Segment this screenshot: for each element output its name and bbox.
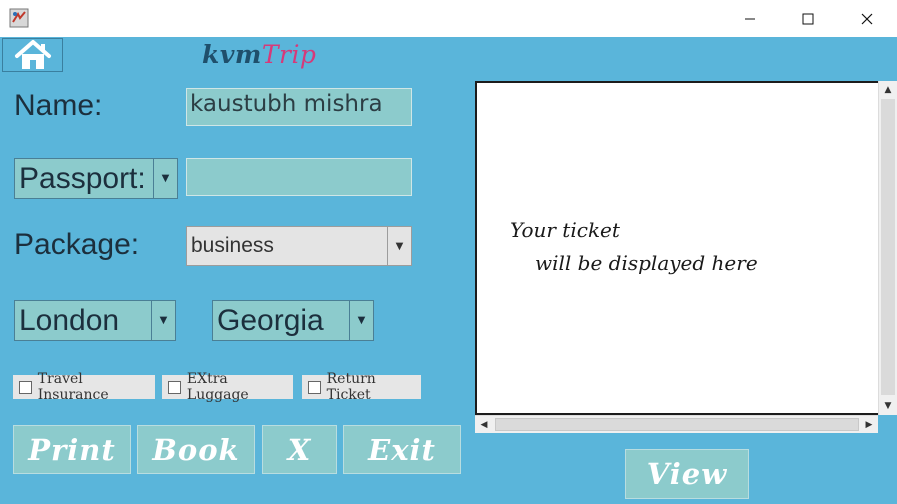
close-icon xyxy=(861,13,873,24)
scroll-left-icon[interactable]: ◀ xyxy=(475,416,493,433)
brand-trip: Trip xyxy=(261,40,317,69)
title-bar xyxy=(0,0,897,37)
from-city-value: London xyxy=(19,303,120,337)
from-city-dropdown[interactable]: London ▼ xyxy=(14,300,176,341)
return-ticket-checkbox[interactable]: Return Ticket xyxy=(302,371,421,403)
horizontal-scrollbar[interactable]: ◀ ▶ xyxy=(475,415,878,433)
scroll-down-icon[interactable]: ▼ xyxy=(879,397,897,415)
passport-field[interactable] xyxy=(186,158,412,196)
scroll-up-icon[interactable]: ▲ xyxy=(879,81,897,99)
ticket-line-1: Your ticket xyxy=(510,218,620,242)
minimize-icon xyxy=(745,18,755,19)
brand-kvm: kvm xyxy=(202,40,262,69)
print-button[interactable]: Print xyxy=(13,425,131,474)
maximize-button[interactable] xyxy=(779,0,837,37)
checkbox-box xyxy=(168,380,181,394)
vertical-scroll-thumb[interactable] xyxy=(881,99,895,395)
checkbox-box xyxy=(308,380,321,394)
ticket-display-area[interactable]: Your ticket will be displayed here xyxy=(475,81,880,415)
package-value: business xyxy=(191,234,274,257)
vertical-scrollbar[interactable]: ▲ ▼ xyxy=(878,81,897,415)
to-city-dropdown[interactable]: Georgia ▼ xyxy=(212,300,374,341)
minimize-button[interactable] xyxy=(721,0,779,37)
passport-type-dropdown[interactable]: Passport: ▼ xyxy=(14,158,178,199)
home-icon xyxy=(14,40,51,69)
return-ticket-label: Return Ticket xyxy=(326,371,376,403)
close-button[interactable] xyxy=(838,0,896,37)
main-panel: kvmTrip Name: kaustubh mishra Passport: … xyxy=(0,37,897,504)
horizontal-scroll-thumb[interactable] xyxy=(495,418,859,431)
name-field[interactable]: kaustubh mishra xyxy=(186,88,412,126)
scroll-right-icon[interactable]: ▶ xyxy=(860,416,878,433)
package-label: Package: xyxy=(14,228,140,261)
travel-insurance-label: Travel Insurance xyxy=(37,371,109,403)
book-button[interactable]: Book xyxy=(137,425,255,474)
to-city-value: Georgia xyxy=(217,303,324,337)
ticket-placeholder: Your ticket will be displayed here xyxy=(510,214,758,280)
passport-type-value: Passport: xyxy=(19,161,146,195)
brand-logo: kvmTrip xyxy=(202,40,316,69)
name-label: Name: xyxy=(14,89,103,122)
clear-button[interactable]: X xyxy=(262,425,337,474)
ticket-line-2: will be displayed here xyxy=(535,251,758,275)
maximize-icon xyxy=(802,13,814,24)
chevron-down-icon: ▼ xyxy=(153,159,177,198)
package-dropdown[interactable]: business ▼ xyxy=(186,226,412,266)
travel-insurance-checkbox[interactable]: Travel Insurance xyxy=(13,371,155,403)
extra-luggage-checkbox[interactable]: EXtra Luggage xyxy=(162,371,293,403)
chevron-down-icon: ▼ xyxy=(349,301,373,340)
checkbox-box xyxy=(19,380,32,394)
exit-button[interactable]: Exit xyxy=(343,425,461,474)
home-button[interactable] xyxy=(2,38,63,72)
view-button[interactable]: View xyxy=(625,449,749,499)
java-app-icon xyxy=(9,8,29,28)
chevron-down-icon: ▼ xyxy=(151,301,175,340)
extra-luggage-label: EXtra Luggage xyxy=(186,371,249,403)
chevron-down-icon: ▼ xyxy=(387,227,411,265)
